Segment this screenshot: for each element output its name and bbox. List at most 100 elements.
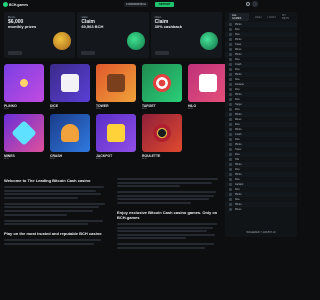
tab-all-games[interactable]: ALL GAMES (229, 13, 249, 21)
text-line (117, 222, 217, 225)
game-icon (229, 103, 232, 106)
promo-button[interactable] (154, 51, 169, 55)
text-line (4, 209, 94, 212)
game-icon (229, 28, 232, 31)
logo[interactable]: BCH.games (3, 2, 28, 7)
bet-game: Plinko (235, 128, 242, 131)
avatar[interactable] (252, 1, 258, 7)
text-line (117, 201, 191, 204)
text-line (4, 186, 104, 188)
game-card-plinko[interactable]: PLINKO BCH (4, 64, 44, 110)
game-card-tower[interactable]: TOWER BCH (96, 64, 136, 110)
bet-game: Mines (235, 118, 242, 121)
game-icon (229, 168, 232, 171)
trophy-icon (53, 32, 72, 50)
game-thumbnail (4, 64, 44, 102)
game-icon (229, 163, 232, 166)
text-line (117, 191, 216, 194)
game-thumbnail (50, 64, 90, 102)
text-line (117, 230, 208, 233)
text-line (4, 189, 97, 192)
coins-icon (126, 32, 145, 50)
game-card-roulette[interactable]: ROULETTE BCH (142, 114, 182, 160)
bet-game: Hilo (235, 158, 240, 161)
game-subtitle: BCH (142, 158, 147, 160)
promo-card-prizes[interactable]: Bonus $6,000 monthly prizes (4, 12, 76, 58)
bet-row[interactable]: Mines (225, 207, 297, 212)
game-icon (229, 183, 232, 186)
tab-lucky[interactable]: LUCKY (267, 16, 276, 19)
about-column-left: Welcome to The Leading Bitcoin Cash casi… (4, 178, 109, 251)
game-thumbnail (142, 64, 182, 102)
game-card-jackpot[interactable]: JACKPOT BCH (96, 114, 136, 160)
text-line (4, 213, 67, 216)
game-card-mines[interactable]: MINES BCH (4, 114, 44, 160)
main-content: Bonus $6,000 monthly prizes Claim Claim … (4, 12, 228, 160)
game-icon (229, 123, 232, 126)
text-line (117, 181, 212, 184)
text-line (117, 185, 180, 188)
game-thumbnail (96, 64, 136, 102)
promo-card-claim[interactable]: Claim Claim 69,563 BCH (77, 12, 149, 58)
text-line (117, 198, 210, 201)
bet-game: Plinko (235, 53, 242, 56)
promo-row: Bonus $6,000 monthly prizes Claim Claim … (4, 12, 222, 58)
game-card-crash[interactable]: CRASH BCH (50, 114, 90, 160)
bet-game: Plinko (235, 38, 242, 41)
game-thumbnail (188, 64, 228, 102)
promo-button[interactable] (81, 51, 96, 55)
bet-game: Plinko (235, 113, 242, 116)
search-icon[interactable] (246, 2, 250, 6)
bet-game: Plinko (235, 93, 242, 96)
text-line (4, 193, 101, 196)
game-icon (229, 173, 232, 176)
game-subtitle: BCH (50, 108, 55, 110)
game-icon (229, 153, 232, 156)
game-icon (229, 188, 232, 191)
text-line (4, 202, 105, 205)
promo-card-cashback[interactable]: Claim Claim 30% cashback (150, 12, 222, 58)
bet-game: Plinko (235, 193, 242, 196)
live-bets-panel: ALL GAMES HIGH LUCKY MY BETS Plinko Dice D… (225, 12, 297, 237)
bet-game: Target (235, 103, 242, 106)
text-line (4, 242, 95, 245)
wallet-balance[interactable]: 0.00000000 BCH (124, 2, 148, 7)
game-subtitle: BCH (4, 108, 9, 110)
game-icon (229, 53, 232, 56)
about-column-right: Enjoy exclusive Bitcoin Cash casino game… (117, 178, 222, 251)
tab-high[interactable]: HIGH (255, 16, 261, 19)
tab-my-bets[interactable]: MY BETS (282, 14, 293, 20)
deposit-button[interactable]: DEPOSIT (155, 2, 175, 7)
game-card-dice[interactable]: DICE BCH (50, 64, 90, 110)
target-icon (153, 74, 171, 92)
promo-button[interactable] (8, 51, 22, 55)
promo-subtitle: monthly prizes (8, 24, 37, 30)
bet-game: Dice (235, 88, 240, 91)
game-card-hilo[interactable]: HILO BCH (188, 64, 228, 110)
game-icon (229, 133, 232, 136)
logo-icon (3, 2, 8, 7)
text-line (117, 178, 218, 180)
promo-subtitle: 30% cashback (154, 24, 183, 30)
game-icon (229, 23, 232, 26)
game-icon (229, 93, 232, 96)
game-thumbnail (4, 114, 44, 152)
game-subtitle: BCH (4, 158, 9, 160)
dice-icon (61, 74, 79, 92)
game-subtitle: BCH (188, 108, 193, 110)
game-icon (229, 68, 232, 71)
game-icon (229, 98, 232, 101)
bet-game: Dice (235, 138, 240, 141)
about-section: Welcome to The Leading Bitcoin Cash casi… (4, 178, 222, 251)
bet-game: Dice (235, 28, 240, 31)
game-card-target[interactable]: TARGET BCH (142, 64, 182, 110)
text-line (117, 246, 206, 249)
bet-game: Dice (235, 68, 240, 71)
text-line (4, 219, 103, 222)
game-icon (229, 108, 232, 111)
bet-game: Plinko (235, 73, 242, 76)
about-heading: Play on the most trusted and reputable B… (4, 231, 102, 237)
game-card-empty (188, 114, 228, 160)
game-icon (229, 148, 232, 151)
game-icon (229, 208, 232, 211)
